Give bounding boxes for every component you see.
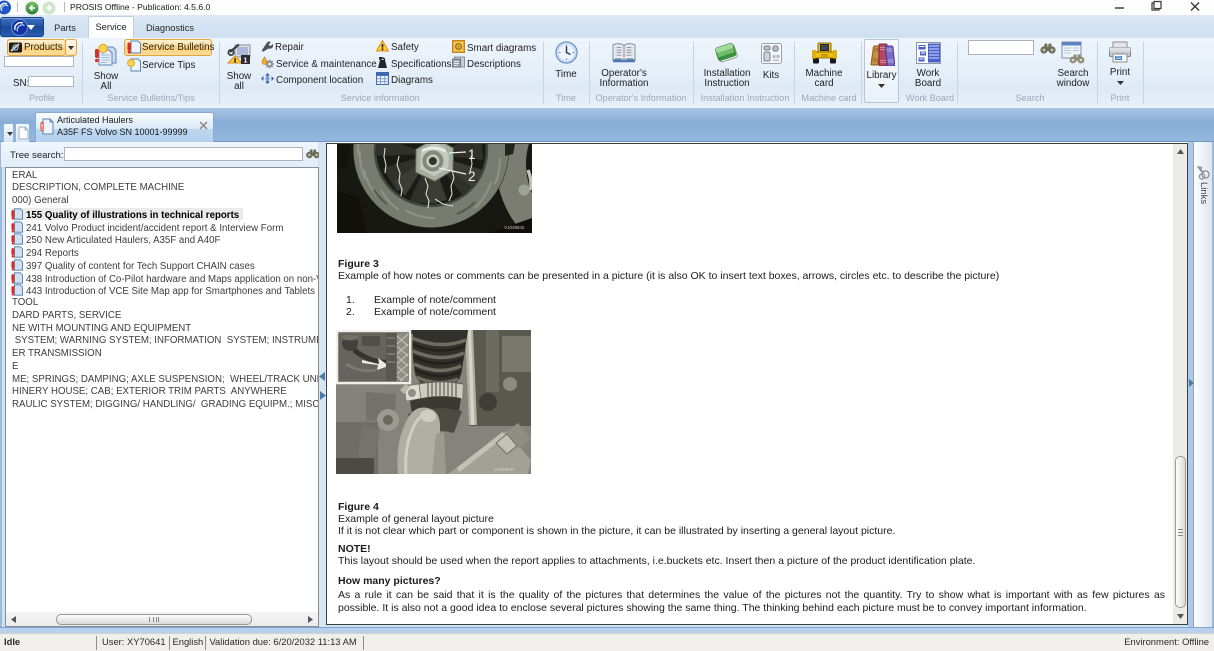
svg-text:V1039847: V1039847 [494,467,515,472]
svg-text:V1039842: V1039842 [504,225,525,230]
svg-text:1: 1 [243,58,247,65]
svg-text:1: 1 [468,147,476,162]
svg-text:2: 2 [468,169,476,184]
